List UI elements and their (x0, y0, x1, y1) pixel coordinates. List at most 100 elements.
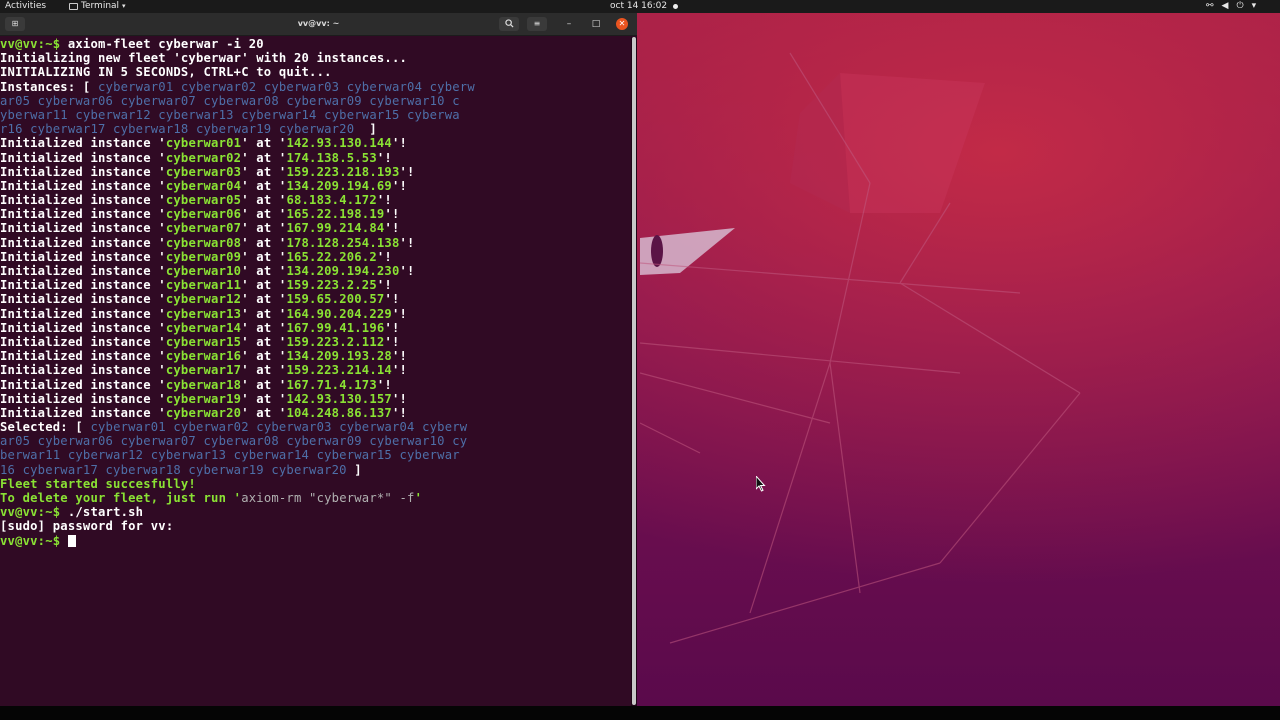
terminal-line: INITIALIZING IN 5 SECONDS, CTRL+C to qui… (0, 65, 630, 79)
minimize-button[interactable]: – (563, 18, 575, 30)
terminal-text-segment: ' at ' (241, 306, 287, 321)
terminal-text-segment: ' at ' (241, 193, 287, 208)
terminal-cursor (67, 534, 76, 547)
maximize-icon: □ (591, 19, 601, 29)
terminal-text-segment: '! (399, 164, 415, 179)
terminal-text-segment: cyberwar10 (165, 264, 242, 278)
terminal-text-segment: cyberwar01 cyberwar02 cyberwar03 cyberwa… (90, 420, 468, 435)
app-menu[interactable]: Terminal ▾ (69, 0, 126, 13)
search-button[interactable] (499, 17, 519, 31)
terminal-text-segment: cyberwar05 (165, 193, 242, 208)
terminal-text-segment: ' at ' (241, 349, 287, 364)
terminal-text-segment: 159.223.2.25 (286, 278, 377, 293)
terminal-text-segment: 167.99.214.84 (286, 221, 385, 236)
terminal-text-segment: Initialized instance ' (0, 391, 166, 406)
terminal-line: Initialized instance 'cyberwar04' at '13… (0, 179, 630, 193)
terminal-text-segment: cyberwar14 (165, 320, 242, 335)
terminal-line: Initialized instance 'cyberwar05' at '68… (0, 193, 630, 207)
terminal-line: Fleet started succesfully! (0, 477, 630, 491)
terminal-text-segment: cyberwar01 cyberwar02 cyberwar03 cyberwa… (98, 79, 475, 94)
top-bar: Activities Terminal ▾ oct 14 16:02 ⚯ ◀ ⏻… (0, 0, 1280, 13)
terminal-line: vv@vv:~$ (0, 534, 630, 548)
close-icon: ✕ (618, 19, 626, 28)
minimize-icon: – (566, 19, 572, 29)
terminal-line: ar05 cyberwar06 cyberwar07 cyberwar08 cy… (0, 94, 630, 108)
terminal-line: 16 cyberwar17 cyberwar18 cyberwar19 cybe… (0, 463, 630, 477)
terminal-text-segment: 142.93.130.157 (286, 391, 392, 406)
terminal-text-segment: '! (384, 334, 400, 349)
terminal-text-segment: cyberwar02 (165, 150, 242, 165)
terminal-line: Initialized instance 'cyberwar06' at '16… (0, 207, 630, 221)
terminal-text-segment: '! (384, 320, 400, 335)
terminal-line: berwar11 cyberwar12 cyberwar13 cyberwar1… (0, 448, 630, 462)
mouse-pointer-icon (756, 476, 766, 492)
terminal-line: Initialized instance 'cyberwar11' at '15… (0, 278, 630, 292)
clock[interactable]: oct 14 16:02 (610, 0, 679, 13)
terminal-text-segment: vv@vv:~$ (0, 37, 68, 51)
chevron-down-icon: ▾ (122, 2, 126, 10)
system-tray[interactable]: ⚯ ◀ ⏻ ▾ (1206, 0, 1256, 13)
terminal-text-segment: axiom-rm "cyberwar*" -f (241, 491, 415, 505)
terminal-line: ar05 cyberwar06 cyberwar07 cyberwar08 cy… (0, 434, 630, 448)
terminal-line: Initialized instance 'cyberwar03' at '15… (0, 165, 630, 179)
terminal-line: Initialized instance 'cyberwar14' at '16… (0, 321, 630, 335)
terminal-text-segment: 159.65.200.57 (286, 292, 385, 307)
terminal-text-segment: Initialized instance ' (0, 278, 166, 293)
terminal-text-segment: ./start.sh (67, 505, 144, 520)
maximize-button[interactable]: □ (590, 18, 602, 30)
terminal-text-segment: ] (354, 462, 362, 477)
terminal-text-segment: ' at ' (241, 136, 287, 151)
terminal-text-segment: ' at ' (241, 249, 287, 264)
volume-icon: ◀ (1221, 1, 1229, 11)
terminal-window[interactable]: ⊞ vv@vv: ~ ≡ – □ ✕ vv@vv:~$ axiom-fleet … (0, 13, 637, 706)
close-button[interactable]: ✕ (616, 18, 628, 30)
hamburger-menu-button[interactable]: ≡ (527, 17, 547, 31)
chevron-down-icon: ▾ (1251, 1, 1257, 11)
terminal-text-segment: 134.209.194.230 (286, 264, 400, 278)
terminal-text-segment: 134.209.193.28 (286, 349, 392, 364)
app-menu-label: Terminal (81, 1, 120, 11)
terminal-text-segment: ' at ' (241, 377, 287, 392)
terminal-text-segment: cyberwar07 (165, 221, 242, 236)
terminal-text-segment: '! (391, 363, 408, 378)
terminal-line: r16 cyberwar17 cyberwar18 cyberwar19 cyb… (0, 122, 630, 136)
terminal-line: vv@vv:~$ axiom-fleet cyberwar -i 20 (0, 37, 630, 51)
terminal-text-segment: '! (391, 136, 408, 151)
terminal-text-segment: Initialized instance ' (0, 221, 166, 236)
terminal-line: Initialized instance 'cyberwar18' at '16… (0, 378, 630, 392)
terminal-text-segment: cyberwar03 (165, 164, 242, 179)
terminal-line: Initialized instance 'cyberwar02' at '17… (0, 151, 630, 165)
notification-dot-icon (673, 4, 679, 9)
terminal-text-segment: cyberwar20 (165, 405, 242, 420)
terminal-text-segment: Initialized instance ' (0, 405, 166, 420)
terminal-line: Initialized instance 'cyberwar19' at '14… (0, 392, 630, 406)
terminal-text-segment: ar05 cyberwar06 cyberwar07 cyberwar08 cy… (0, 93, 460, 108)
terminal-text-segment: Initialized instance ' (0, 193, 166, 208)
screen-bottom-edge (0, 706, 1280, 720)
terminal-line: Initialized instance 'cyberwar20' at '10… (0, 406, 630, 420)
network-icon: ⚯ (1206, 1, 1214, 11)
terminal-text-segment: [sudo] password for vv: (0, 519, 174, 534)
terminal-text-segment: Initialized instance ' (0, 377, 166, 392)
terminal-text-segment: Initialized instance ' (0, 292, 166, 307)
terminal-text-segment: 167.99.41.196 (286, 320, 385, 335)
terminal-scrollbar[interactable] (631, 37, 637, 706)
terminal-output[interactable]: vv@vv:~$ axiom-fleet cyberwar -i 20 Initi… (0, 37, 630, 706)
terminal-text-segment: vv@vv:~$ (0, 505, 68, 520)
terminal-line: Initialized instance 'cyberwar08' at '17… (0, 236, 630, 250)
terminal-text-segment: ' at ' (241, 278, 287, 293)
terminal-app-icon (69, 3, 78, 10)
terminal-text-segment: 134.209.194.69 (286, 178, 392, 193)
terminal-text-segment: cyberwar19 (165, 391, 242, 406)
terminal-text-segment: ' at ' (241, 391, 287, 406)
terminal-text-segment: 16 cyberwar17 cyberwar18 cyberwar19 cybe… (0, 462, 355, 477)
activities-button[interactable]: Activities (5, 0, 46, 13)
terminal-text-segment: axiom-fleet cyberwar -i 20 (67, 37, 264, 51)
terminal-text-segment: ' at ' (241, 334, 287, 349)
terminal-text-segment: '! (376, 150, 392, 165)
terminal-titlebar[interactable]: ⊞ vv@vv: ~ ≡ – □ ✕ (0, 13, 637, 36)
terminal-text-segment: Initialized instance ' (0, 164, 166, 179)
scrollbar-thumb[interactable] (632, 37, 636, 705)
terminal-text-segment: cyberwar18 (165, 377, 242, 392)
terminal-text-segment: '! (376, 249, 392, 264)
